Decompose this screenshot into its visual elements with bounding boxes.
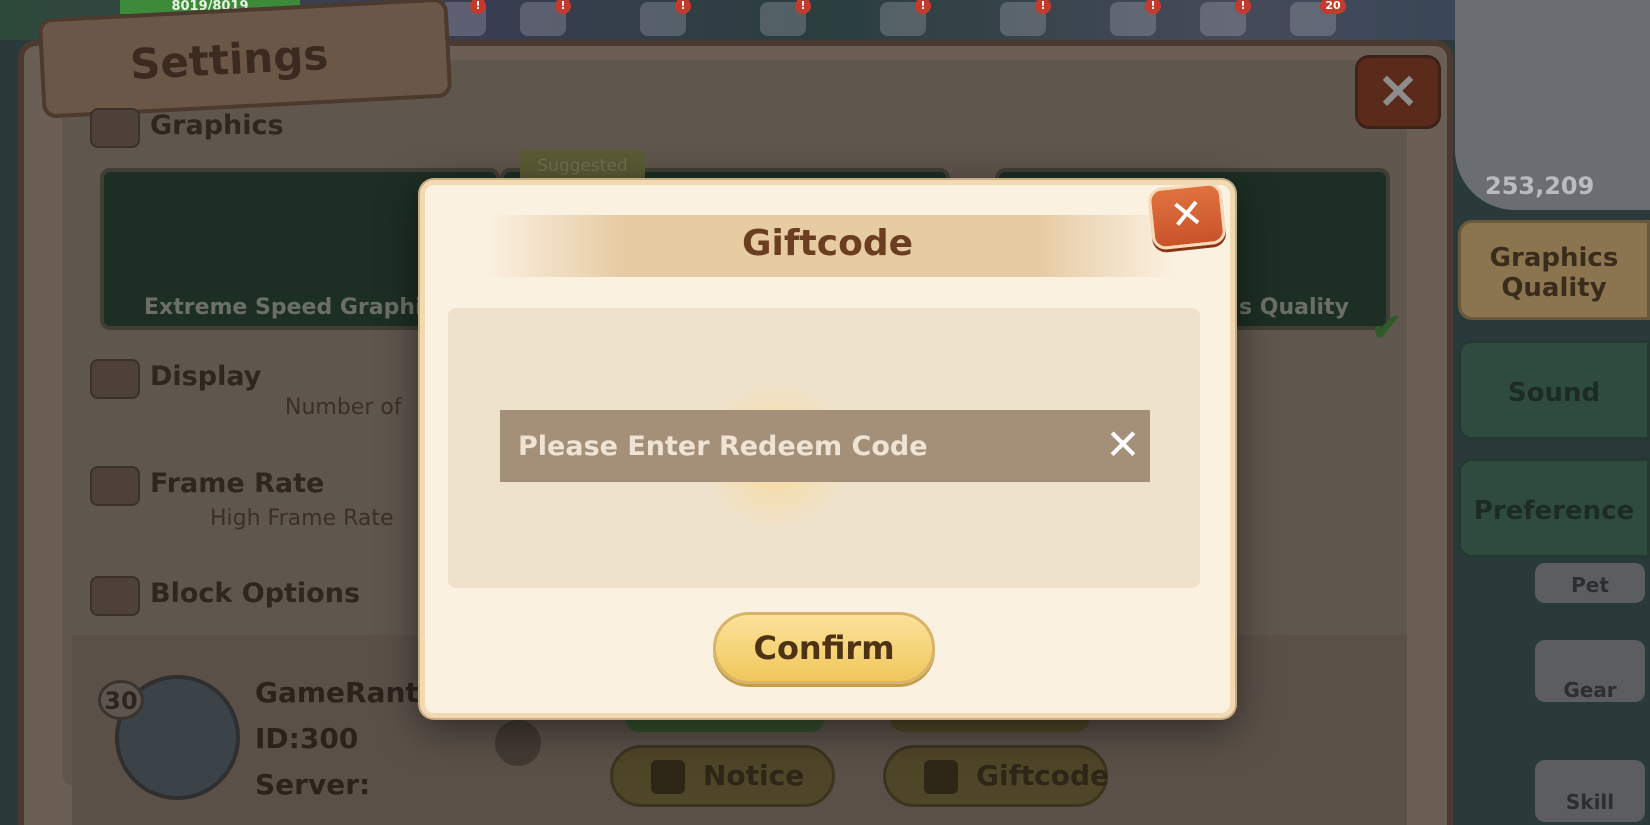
clear-input-icon[interactable]: ✕ bbox=[1100, 422, 1146, 468]
dialog-close-button[interactable]: ✕ bbox=[1146, 181, 1228, 251]
redeem-code-input[interactable] bbox=[500, 410, 1150, 482]
dialog-title: Giftcode bbox=[741, 223, 914, 264]
confirm-button[interactable]: Confirm bbox=[713, 612, 935, 684]
